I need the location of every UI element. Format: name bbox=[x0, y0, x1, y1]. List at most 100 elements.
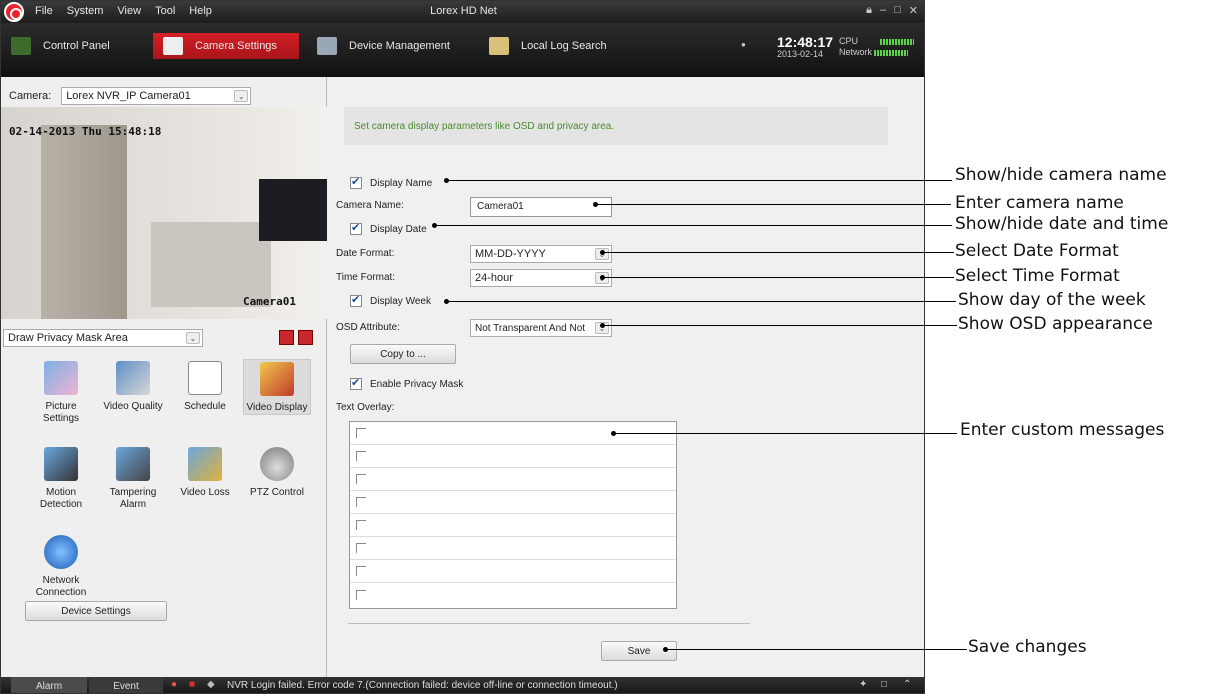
menu-system[interactable]: System bbox=[67, 5, 104, 17]
picture-settings-button[interactable]: Picture Settings bbox=[27, 361, 95, 425]
checkbox-icon[interactable] bbox=[356, 451, 366, 461]
text-overlay-row[interactable] bbox=[350, 537, 676, 560]
camera-label: Camera: bbox=[9, 90, 52, 102]
usage-meter: CPU Network bbox=[839, 36, 915, 58]
video-display-button[interactable]: Video Display bbox=[243, 359, 311, 415]
callout-leader bbox=[444, 178, 952, 183]
copy-to-button[interactable]: Copy to ... bbox=[350, 344, 456, 364]
lorex-logo-icon bbox=[4, 2, 24, 22]
menu-help[interactable]: Help bbox=[189, 5, 212, 17]
checkbox-icon[interactable] bbox=[356, 428, 366, 438]
checkbox-icon bbox=[350, 175, 362, 189]
close-icon[interactable]: ✕ bbox=[909, 4, 918, 17]
menu-tool[interactable]: Tool bbox=[155, 5, 175, 17]
camera-preview[interactable]: 02-14-2013 Thu 15:48:18 Camera01 bbox=[1, 107, 327, 319]
picture-settings-icon bbox=[44, 361, 78, 395]
callout-show-hide-name: Show/hide camera name bbox=[955, 165, 1167, 185]
icon-label: Schedule bbox=[184, 401, 226, 412]
time-format-select[interactable]: 24-hour ⌄ bbox=[470, 269, 612, 287]
chevron-down-icon: ⌄ bbox=[186, 332, 200, 344]
callout-leader bbox=[593, 202, 951, 207]
menu-view[interactable]: View bbox=[117, 5, 141, 17]
text-overlay-row[interactable] bbox=[350, 491, 676, 514]
camera-select-value: Lorex NVR_IP Camera01 bbox=[66, 90, 191, 102]
scroll-dot-icon: ● bbox=[741, 40, 746, 49]
tab-local-log-search[interactable]: Local Log Search bbox=[489, 33, 607, 59]
tab-label: Control Panel bbox=[43, 40, 110, 52]
clear-mask-icon[interactable] bbox=[298, 330, 313, 345]
callout-leader bbox=[444, 299, 956, 304]
tab-device-management[interactable]: Device Management bbox=[317, 33, 450, 59]
date-format-select[interactable]: MM-DD-YYYY ⌄ bbox=[470, 245, 612, 263]
enable-privacy-mask-label: Enable Privacy Mask bbox=[370, 378, 464, 390]
maximize-icon[interactable]: □ bbox=[894, 4, 901, 17]
checkbox-icon[interactable] bbox=[356, 589, 366, 600]
callout-leader bbox=[600, 250, 954, 255]
motion-detection-button[interactable]: Motion Detection bbox=[27, 447, 95, 511]
checkbox-icon[interactable] bbox=[356, 474, 366, 484]
camera-select[interactable]: Lorex NVR_IP Camera01 ⌄ bbox=[61, 87, 252, 105]
network-label: Network bbox=[839, 47, 873, 57]
icon-label: Motion Detection bbox=[39, 487, 83, 510]
video-quality-button[interactable]: Video Quality bbox=[99, 361, 167, 413]
text-overlay-row[interactable] bbox=[350, 445, 676, 468]
checkbox-icon[interactable] bbox=[356, 566, 366, 576]
video-quality-icon bbox=[116, 361, 150, 395]
callout-save-changes: Save changes bbox=[968, 637, 1087, 657]
display-week-checkbox[interactable]: Display Week bbox=[350, 291, 431, 311]
privacy-mask-row: Draw Privacy Mask Area ⌄ bbox=[1, 327, 327, 347]
window-controls: 🔒︎ – □ ✕ bbox=[866, 4, 918, 17]
text-overlay-row[interactable] bbox=[350, 560, 676, 583]
left-panel: Camera: Lorex NVR_IP Camera01 ⌄ 02-14-20… bbox=[1, 77, 327, 677]
device-management-icon bbox=[317, 37, 337, 55]
schedule-button[interactable]: Schedule bbox=[171, 361, 239, 413]
event-tab[interactable]: Event bbox=[89, 677, 163, 693]
chevron-down-icon: ⌄ bbox=[234, 90, 249, 102]
privacy-mask-value: Draw Privacy Mask Area bbox=[8, 332, 128, 344]
text-overlay-label: Text Overlay: bbox=[336, 401, 395, 413]
checkbox-icon[interactable] bbox=[356, 543, 366, 553]
osd-attribute-select[interactable]: Not Transparent And Not ⌄ bbox=[470, 319, 612, 337]
minimize-icon[interactable]: – bbox=[880, 4, 886, 17]
clock: 12:48:17 2013-02-14 bbox=[777, 35, 833, 59]
checkbox-icon[interactable] bbox=[356, 497, 366, 507]
display-name-label: Display Name bbox=[370, 177, 433, 189]
display-name-checkbox[interactable]: Display Name bbox=[350, 173, 432, 193]
video-loss-button[interactable]: Video Loss bbox=[171, 447, 239, 499]
ptz-control-button[interactable]: PTZ Control bbox=[243, 447, 311, 499]
window-icon[interactable]: □ bbox=[881, 679, 887, 690]
text-overlay-row[interactable] bbox=[350, 514, 676, 537]
schedule-icon bbox=[188, 361, 222, 395]
divider bbox=[348, 623, 750, 624]
enable-privacy-mask-checkbox[interactable]: Enable Privacy Mask bbox=[350, 374, 463, 394]
text-overlay-row[interactable] bbox=[350, 583, 676, 606]
network-connection-button[interactable]: Network Connection bbox=[27, 535, 95, 599]
icon-label: PTZ Control bbox=[250, 487, 304, 498]
tab-control-panel[interactable]: Control Panel bbox=[11, 33, 110, 59]
draw-mask-icon[interactable] bbox=[279, 330, 294, 345]
callout-leader bbox=[432, 223, 952, 228]
alarm-tab[interactable]: Alarm bbox=[11, 677, 87, 693]
device-settings-button[interactable]: Device Settings bbox=[25, 601, 167, 621]
tab-label: Local Log Search bbox=[521, 40, 607, 52]
display-date-checkbox[interactable]: Display Date bbox=[350, 219, 427, 239]
checkbox-icon[interactable] bbox=[356, 520, 366, 530]
tab-camera-settings[interactable]: Camera Settings bbox=[153, 33, 299, 59]
text-overlay-row[interactable] bbox=[350, 468, 676, 491]
lock-icon[interactable]: 🔒︎ bbox=[866, 4, 872, 17]
network-connection-icon bbox=[44, 535, 78, 569]
pin-icon[interactable]: ✦ bbox=[859, 679, 867, 690]
camera-name-input[interactable]: Camera01 bbox=[470, 197, 612, 217]
callout-day-of-week: Show day of the week bbox=[958, 290, 1146, 310]
menu-file[interactable]: File bbox=[35, 5, 53, 17]
tampering-alarm-button[interactable]: Tampering Alarm bbox=[99, 447, 167, 511]
camera-settings-icon bbox=[163, 37, 183, 55]
privacy-mask-select[interactable]: Draw Privacy Mask Area ⌄ bbox=[3, 329, 203, 347]
checkbox-icon bbox=[350, 221, 362, 235]
control-panel-icon bbox=[11, 37, 31, 55]
icon-label: Picture Settings bbox=[42, 401, 80, 424]
expand-icon[interactable]: ⌃ bbox=[903, 679, 911, 690]
callout-leader bbox=[611, 431, 957, 436]
icon-label: Video Quality bbox=[103, 401, 163, 412]
date-format-value: MM-DD-YYYY bbox=[475, 248, 546, 260]
